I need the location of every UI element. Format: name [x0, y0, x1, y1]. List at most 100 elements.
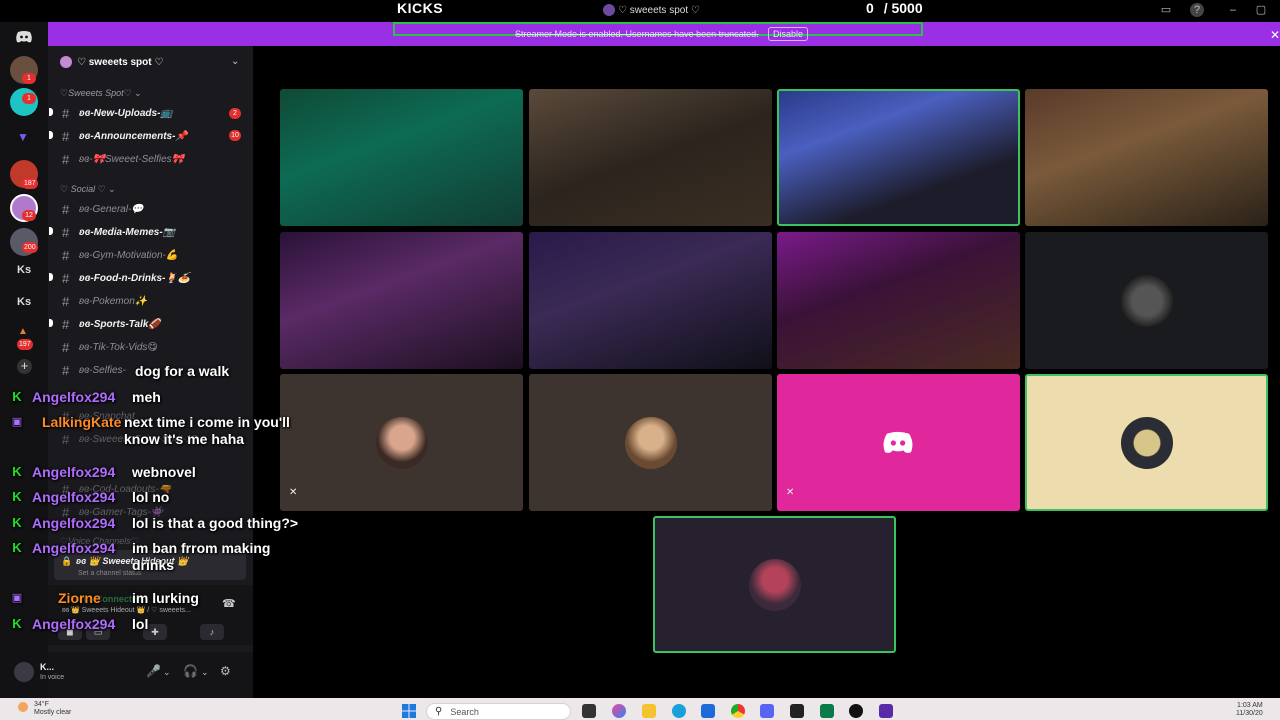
- video-tile-6[interactable]: [529, 232, 772, 369]
- windows-taskbar: [0, 698, 1280, 720]
- audio-tile-discord[interactable]: ✕: [777, 374, 1020, 511]
- weather-moon-icon[interactable]: [18, 702, 28, 712]
- unread-indicator: [49, 319, 53, 327]
- add-server-icon[interactable]: +: [17, 359, 32, 374]
- server-icon: [60, 56, 72, 68]
- chrome-icon[interactable]: [731, 704, 745, 718]
- muted-icon: ✕: [786, 487, 795, 498]
- server-badge: 12: [22, 210, 36, 221]
- edge-icon[interactable]: [672, 704, 686, 718]
- skull-avatar: [1120, 274, 1173, 327]
- music-app-icon[interactable]: [879, 704, 893, 718]
- file-explorer-icon[interactable]: [642, 704, 656, 718]
- taskbar-search-input[interactable]: ⚲ Search: [426, 703, 571, 720]
- category-sweeets-spot[interactable]: ♡Sweeets Spot♡ ⌄: [60, 88, 142, 99]
- channel-tik-tok-vids[interactable]: # ʚɞ-Tik-Tok-Vids😋: [62, 340, 158, 355]
- server-header[interactable]: ♡ sweeets spot ♡: [60, 56, 163, 68]
- discord-icon: [883, 431, 913, 453]
- server-badge: 1: [22, 73, 36, 84]
- chevron-down-icon[interactable]: ⌄: [231, 56, 239, 67]
- discord-home-icon[interactable]: [15, 30, 33, 44]
- video-tile-5[interactable]: [280, 232, 523, 369]
- app-icon[interactable]: [820, 704, 834, 718]
- copilot-icon[interactable]: [612, 704, 626, 718]
- video-tile-2[interactable]: [529, 89, 772, 226]
- terminal-icon[interactable]: [790, 704, 804, 718]
- server-icon-3[interactable]: ▼: [17, 130, 29, 144]
- text-channel-icon: #: [62, 202, 70, 217]
- chevron-down-icon[interactable]: ⌄: [201, 667, 209, 678]
- channel-pokemon[interactable]: # ʚɞ-Pokemon✨: [62, 294, 147, 309]
- maximize-icon[interactable]: ▢: [1254, 3, 1268, 17]
- channel-gym-motivation[interactable]: # ʚɞ-Gym-Motivation-💪: [62, 248, 178, 263]
- kick-icon: K: [12, 389, 22, 404]
- unread-indicator: [49, 273, 53, 281]
- chat-message: ▣ LalkingKate next time i come in you'll…: [11, 414, 290, 447]
- weather-widget[interactable]: 34°F Mostly clear: [34, 701, 71, 717]
- server-icon-ks[interactable]: Ks: [17, 264, 31, 276]
- video-tile-4[interactable]: [1025, 89, 1268, 226]
- inbox-icon[interactable]: ▭: [1159, 3, 1173, 17]
- username: K...: [40, 662, 55, 672]
- channel-media-memes[interactable]: # ʚɞ-Media-Memes-📷: [62, 225, 175, 240]
- minimize-icon[interactable]: –: [1226, 3, 1240, 17]
- disable-streamer-mode-button[interactable]: Disable: [768, 27, 809, 41]
- help-icon[interactable]: ?: [1190, 3, 1204, 17]
- server-icon-ks[interactable]: Ks: [17, 296, 31, 308]
- chevron-down-icon[interactable]: ⌄: [163, 667, 171, 678]
- windows-start-icon[interactable]: [402, 704, 416, 718]
- video-tile-7[interactable]: [777, 232, 1020, 369]
- chat-message: K Angelfox294 lol no: [10, 489, 169, 506]
- text-channel-icon: #: [62, 106, 70, 121]
- discord-taskbar-icon[interactable]: [760, 704, 774, 718]
- kick-icon: K: [12, 464, 22, 479]
- unread-indicator: [49, 227, 53, 235]
- text-channel-icon: #: [62, 152, 70, 167]
- video-tile-1[interactable]: [280, 89, 523, 226]
- twitch-icon: ▣: [11, 416, 23, 428]
- channel-new-uploads[interactable]: # ʚɞ-New-Uploads-📺: [62, 106, 173, 121]
- channel-announcements[interactable]: # ʚɞ-Announcements-📌: [62, 129, 188, 144]
- mention-badge: 10: [229, 130, 241, 141]
- avatar[interactable]: [14, 662, 34, 682]
- soundboard-button[interactable]: ♪: [200, 624, 224, 640]
- chat-message: K Angelfox294 meh: [10, 389, 161, 406]
- app-icon-g[interactable]: [849, 704, 863, 718]
- server-badge: 187: [22, 178, 38, 189]
- close-icon[interactable]: ✕: [1270, 28, 1280, 42]
- audio-tile-rank[interactable]: [1025, 374, 1268, 511]
- channel-sweeet-selfies[interactable]: # ʚɞ-🎀Sweeet-Selfies🎀: [62, 152, 184, 167]
- channel-sports-talk[interactable]: # ʚɞ-Sports-Talk🏈: [62, 317, 161, 332]
- participant-avatar: [748, 558, 801, 611]
- chat-message: K Angelfox294 lol is that a good thing?>: [10, 515, 298, 532]
- disconnect-icon[interactable]: ☎: [222, 597, 236, 610]
- channel-food-n-drinks[interactable]: # ʚɞ-Food-n-Drinks-🍹🍝: [62, 271, 190, 286]
- text-channel-icon: #: [62, 225, 70, 240]
- category-social[interactable]: ♡ Social ♡ ⌄: [60, 184, 116, 195]
- microphone-icon[interactable]: 🎤: [146, 664, 161, 678]
- twitch-icon: ▣: [11, 592, 23, 604]
- taskbar-clock[interactable]: 1:03 AM 11/30/20: [1236, 702, 1263, 718]
- store-icon[interactable]: [701, 704, 715, 718]
- kick-icon: K: [12, 515, 22, 530]
- video-tile-3[interactable]: [777, 89, 1020, 226]
- server-icon: [603, 4, 615, 16]
- server-icon-6[interactable]: ▲: [18, 326, 28, 337]
- channel-selfies[interactable]: # ʚɞ-Selfies-: [62, 363, 126, 378]
- audio-tile-army[interactable]: [1025, 232, 1268, 369]
- mention-badge: 2: [229, 108, 241, 119]
- headphones-icon[interactable]: 🎧: [183, 664, 198, 678]
- audio-tile-1[interactable]: ✕: [280, 374, 523, 511]
- channel-general[interactable]: # ʚɞ-General-💬: [62, 202, 144, 217]
- participant-avatar: [375, 416, 428, 469]
- muted-icon: ✕: [289, 487, 298, 498]
- chat-message: K Angelfox294 webnovel: [10, 464, 196, 481]
- audio-tile-2[interactable]: [529, 374, 772, 511]
- rank-chevron-avatar: [1120, 416, 1173, 469]
- settings-gear-icon[interactable]: ⚙: [220, 664, 231, 678]
- audio-tile-self[interactable]: [653, 516, 896, 653]
- voice-connected-location[interactable]: ʚɞ 👑 Sweeets Hideout 👑 / ♡ sweeets...: [62, 606, 191, 614]
- banner-message: Streamer Mode is enabled. Usernames have…: [515, 29, 759, 39]
- task-view-icon[interactable]: [582, 704, 596, 718]
- text-channel-icon: #: [62, 271, 70, 286]
